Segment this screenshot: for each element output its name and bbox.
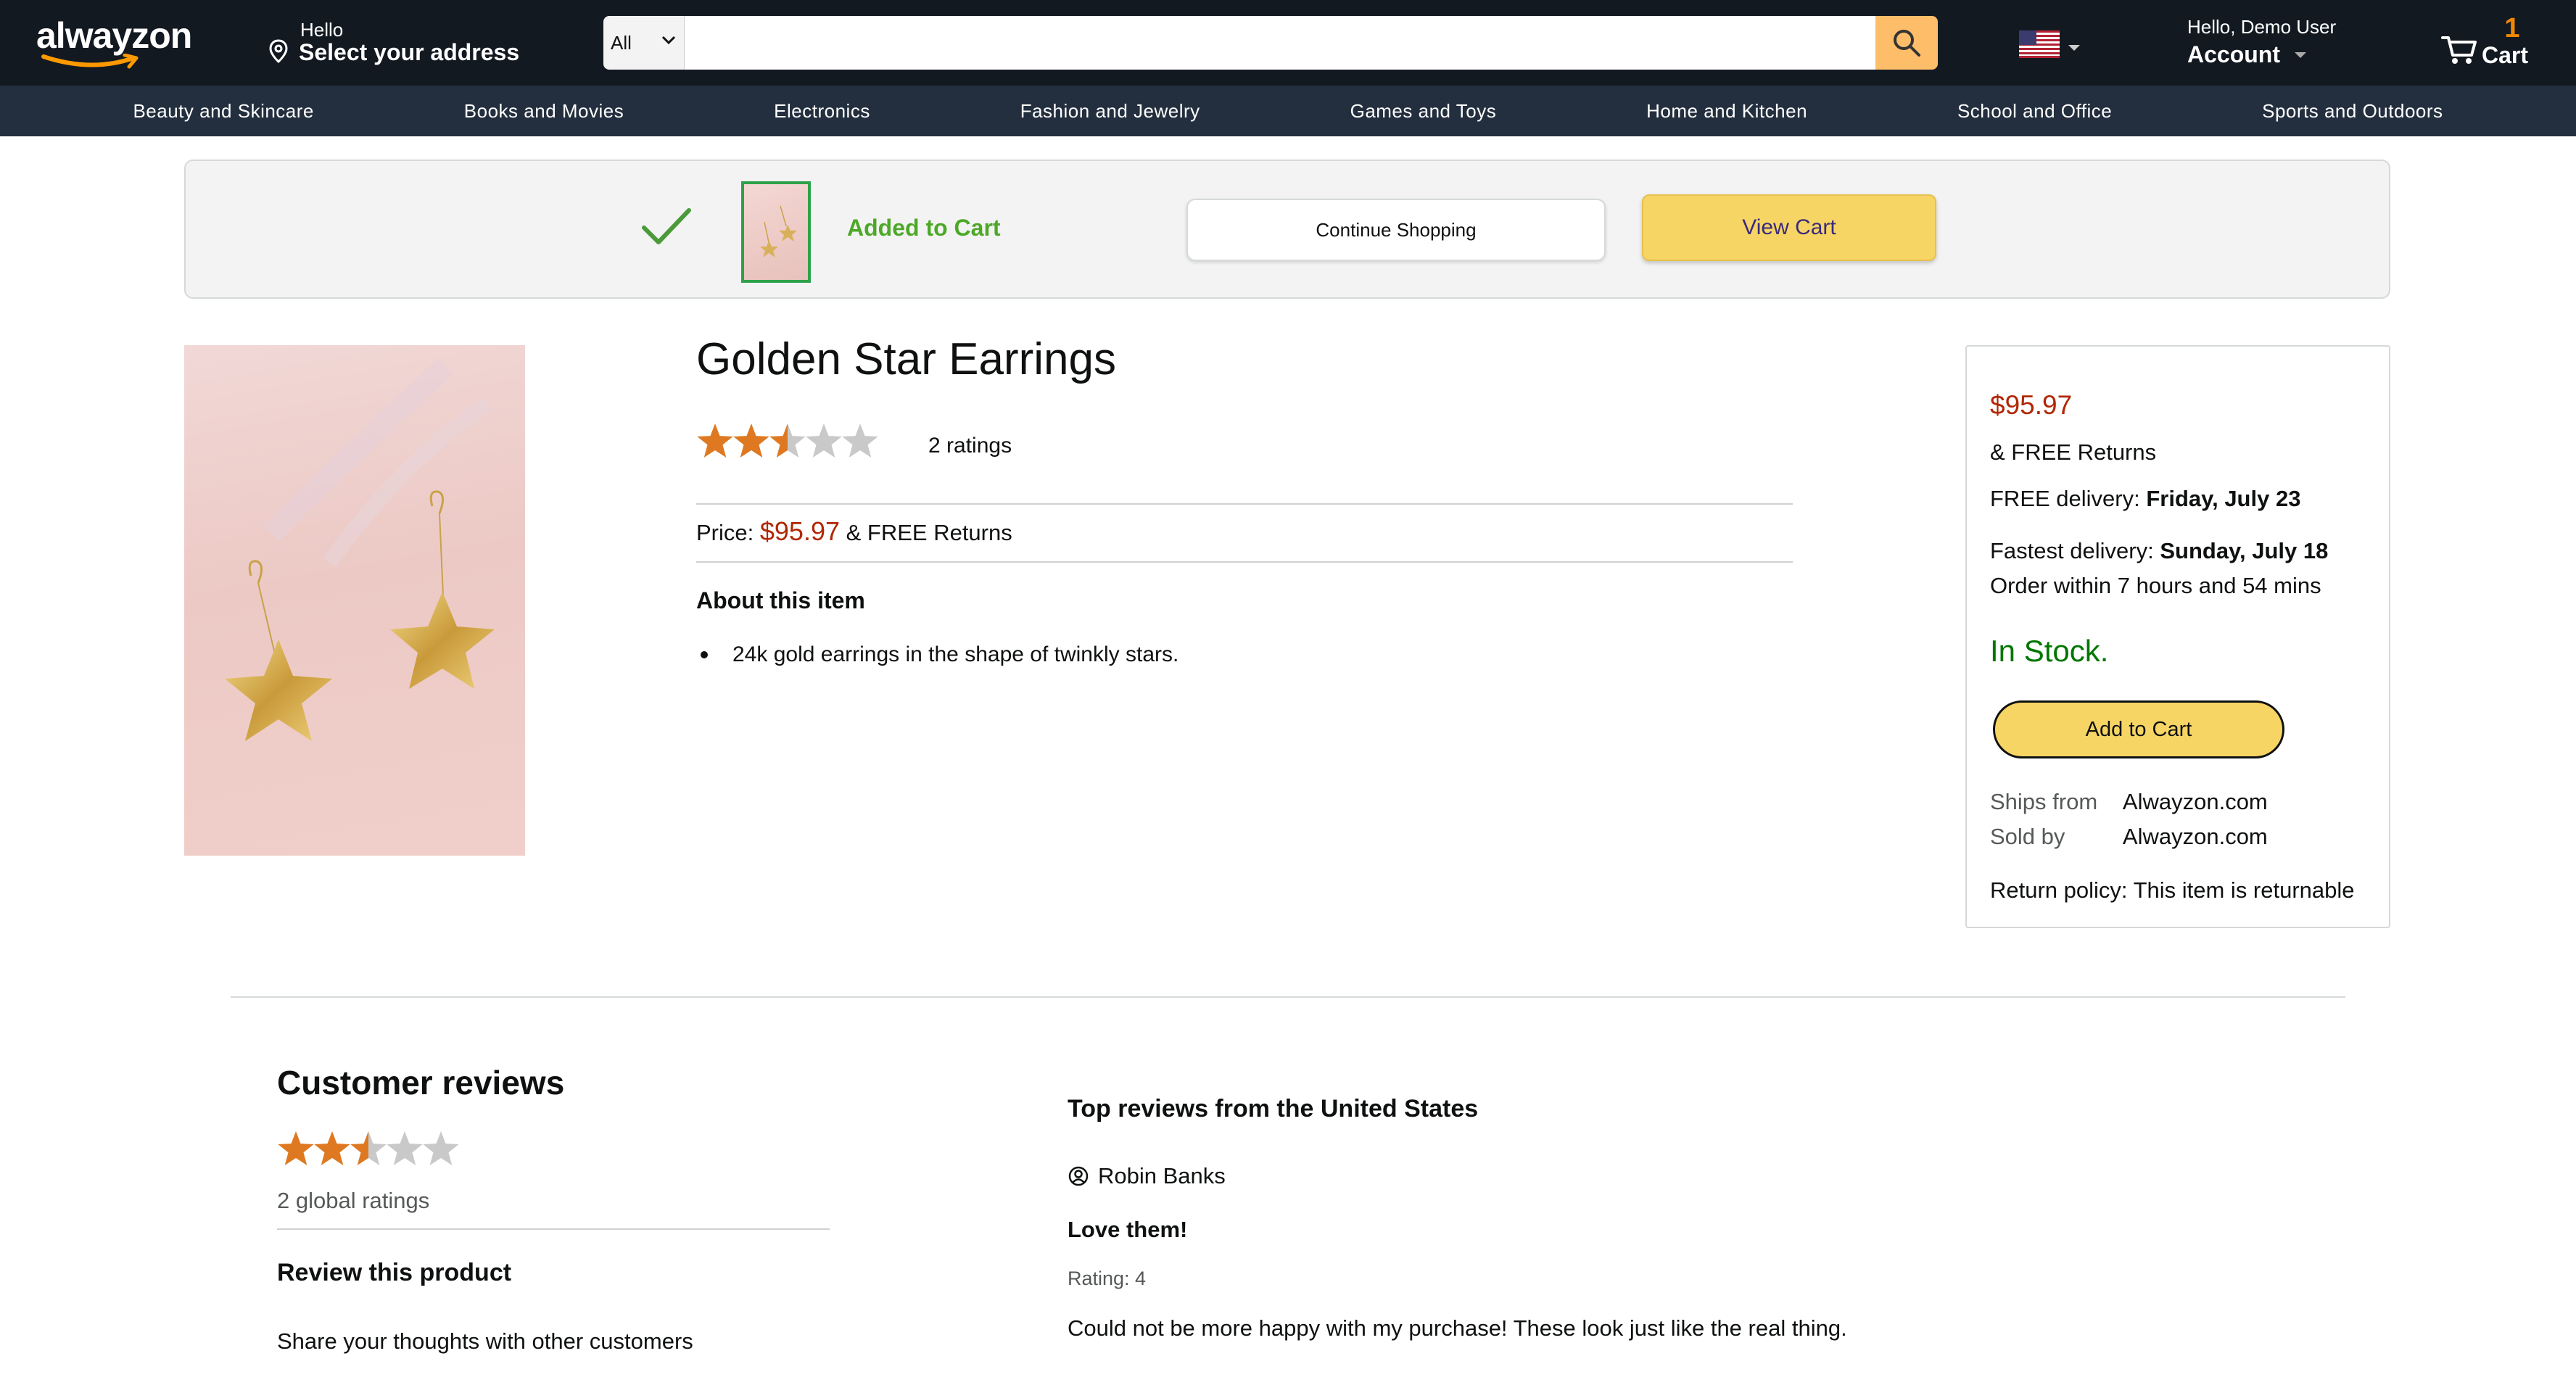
star-icon <box>806 423 842 458</box>
caret-down-icon <box>2295 51 2306 58</box>
cart-item-thumbnail <box>741 181 811 283</box>
search-category-select[interactable]: All <box>603 16 685 70</box>
cart-label: Cart <box>2482 42 2529 68</box>
star-icon <box>769 423 806 458</box>
user-avatar-icon <box>1068 1166 1089 1186</box>
fastest-delivery-date: Sunday, July 18 <box>2160 538 2329 563</box>
review-title: Love them! <box>1068 1217 1188 1242</box>
deliver-hello: Hello <box>300 19 344 41</box>
star-icon <box>697 423 733 458</box>
search-icon <box>1894 30 1920 57</box>
fastest-delivery: Fastest delivery: Sunday, July 18 <box>1990 538 2328 564</box>
nav-item-games[interactable]: Games and Toys <box>1350 100 1497 123</box>
star-earring-thumbnail-icon <box>760 205 797 257</box>
ratings-count-link[interactable]: 2 ratings <box>928 434 1012 458</box>
divider <box>277 1228 830 1230</box>
nav-item-home[interactable]: Home and Kitchen <box>1646 100 1807 123</box>
star-icon <box>423 1131 459 1165</box>
checkmark-icon <box>642 208 691 244</box>
continue-shopping-button[interactable]: Continue Shopping <box>1186 199 1606 261</box>
sold-by-row: Sold by Alwayzon.com <box>1990 824 2268 850</box>
review-product-heading: Review this product <box>277 1259 512 1286</box>
cart-link[interactable]: 1 Cart <box>2438 13 2561 75</box>
sold-by-value: Alwayzon.com <box>2122 824 2268 849</box>
return-policy: Return policy: This item is returnable <box>1990 877 2355 903</box>
buy-box: $95.97 & FREE Returns FREE delivery: Fri… <box>1965 345 2390 928</box>
review-rating: Rating: 4 <box>1068 1268 1147 1289</box>
star-icon <box>350 1131 387 1165</box>
account-hello: Hello, Demo User <box>2187 16 2337 38</box>
added-to-cart-banner: Added to Cart Continue Shopping View Car… <box>184 160 2390 299</box>
section-divider <box>231 996 2345 998</box>
about-heading: About this item <box>696 587 865 613</box>
account-menu[interactable]: Hello, Demo User Account <box>2187 16 2336 68</box>
star-icon <box>278 1131 314 1165</box>
logo-text: alwayzon <box>36 15 192 56</box>
reviewer-name: Robin Banks <box>1098 1163 1226 1188</box>
category-nav: Beauty and Skincare Books and Movies Ele… <box>0 86 2576 136</box>
star-icon <box>733 423 769 458</box>
reviewer: Robin Banks <box>1068 1163 1226 1189</box>
review-body: Could not be more happy with my purchase… <box>1068 1315 1847 1341</box>
star-icon <box>314 1131 350 1165</box>
bullet-dot <box>701 651 708 658</box>
gold-star-earrings-image-icon <box>225 358 495 741</box>
nav-item-books[interactable]: Books and Movies <box>464 100 624 123</box>
added-to-cart-text: Added to Cart <box>847 215 1001 241</box>
about-bullet-text: 24k gold earrings in the shape of twinkl… <box>732 642 1179 666</box>
ships-from-value: Alwayzon.com <box>2122 789 2268 814</box>
top-header: alwayzon Hello Select your address All H… <box>0 0 2576 86</box>
price-suffix: & FREE Returns <box>846 520 1012 545</box>
global-ratings-count: 2 global ratings <box>277 1188 430 1213</box>
divider <box>696 561 1793 563</box>
view-cart-button[interactable]: View Cart <box>1642 194 1936 261</box>
product-price: $95.97 <box>759 516 840 546</box>
reviews-rating-stars <box>277 1128 466 1175</box>
price-line: Price: $95.97 & FREE Returns <box>696 516 1012 547</box>
about-bullet: 24k gold earrings in the shape of twinkl… <box>696 642 1178 667</box>
language-selector[interactable] <box>2019 30 2084 63</box>
logo-smile-icon <box>41 54 139 69</box>
fastest-delivery-label: Fastest delivery: <box>1990 538 2154 563</box>
deliver-address: Select your address <box>299 39 520 65</box>
order-within: Order within 7 hours and 54 mins <box>1990 573 2321 598</box>
search-bar: All <box>603 16 1938 70</box>
search-input[interactable] <box>685 16 1875 70</box>
share-thoughts-text: Share your thoughts with other customers <box>277 1328 693 1354</box>
account-label: Account <box>2187 41 2280 67</box>
search-category-value: All <box>611 31 632 54</box>
top-reviews-heading: Top reviews from the United States <box>1068 1095 1479 1123</box>
sold-by-label: Sold by <box>1990 824 2065 849</box>
nav-item-fashion[interactable]: Fashion and Jewelry <box>1020 100 1200 123</box>
chevron-down-icon <box>661 36 676 45</box>
ships-from-row: Ships from Alwayzon.com <box>1990 789 2268 815</box>
us-flag-icon <box>2019 30 2080 58</box>
product-rating-stars[interactable] <box>696 421 885 468</box>
buybox-price: $95.97 <box>1990 390 2073 420</box>
price-label: Price: <box>696 520 754 545</box>
nav-item-beauty[interactable]: Beauty and Skincare <box>133 100 313 123</box>
nav-item-sports[interactable]: Sports and Outdoors <box>2262 100 2443 123</box>
star-icon <box>842 423 878 458</box>
divider <box>696 503 1793 505</box>
free-delivery-label: FREE delivery: <box>1990 486 2140 511</box>
product-image[interactable] <box>184 345 525 856</box>
customer-reviews-heading: Customer reviews <box>277 1064 565 1101</box>
product-title: Golden Star Earrings <box>696 334 1116 384</box>
nav-item-electronics[interactable]: Electronics <box>774 100 870 123</box>
free-delivery: FREE delivery: Friday, July 23 <box>1990 486 2300 512</box>
add-to-cart-button[interactable]: Add to Cart <box>1993 700 2284 758</box>
star-icon <box>387 1131 423 1165</box>
stock-status: In Stock. <box>1990 634 2109 668</box>
search-button[interactable] <box>1875 16 1938 70</box>
nav-item-school[interactable]: School and Office <box>1957 100 2112 123</box>
location-pin-icon <box>269 39 288 64</box>
cart-icon <box>2441 36 2477 64</box>
ships-from-label: Ships from <box>1990 789 2098 814</box>
free-delivery-date: Friday, July 23 <box>2146 486 2301 511</box>
site-logo[interactable]: alwayzon <box>36 15 192 73</box>
buybox-free-returns: & FREE Returns <box>1990 439 2157 465</box>
cart-count: 1 <box>2504 13 2520 44</box>
